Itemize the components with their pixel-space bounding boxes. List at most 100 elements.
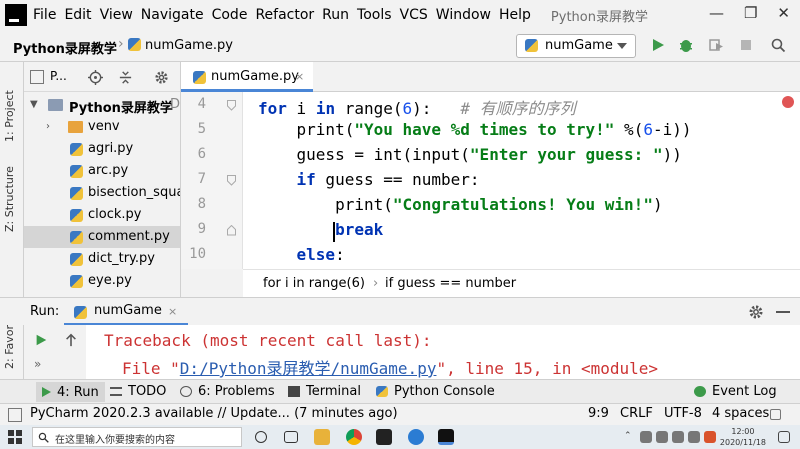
python-file-icon bbox=[70, 253, 83, 266]
tray-app-icon[interactable] bbox=[672, 431, 684, 443]
tree-item-file[interactable]: clock.py bbox=[24, 204, 180, 226]
run-panel-header: Run: numGame × bbox=[0, 297, 800, 326]
app-icon[interactable] bbox=[376, 429, 392, 445]
run-icon[interactable] bbox=[650, 37, 666, 53]
tree-item-file[interactable]: dict_try.py bbox=[24, 248, 180, 270]
indent-setting[interactable]: 4 spaces bbox=[712, 406, 769, 421]
collapse-all-icon[interactable] bbox=[118, 70, 133, 85]
tool-event-log-label: Event Log bbox=[712, 384, 777, 399]
tool-todo-label: TODO bbox=[128, 384, 167, 399]
menu-view[interactable]: View bbox=[100, 7, 133, 23]
menu-window[interactable]: Window bbox=[436, 7, 491, 23]
tool-event-log[interactable]: Event Log bbox=[694, 384, 777, 399]
tree-item-file[interactable]: eye.py bbox=[24, 270, 180, 292]
code-line-7: if guess == number: bbox=[258, 170, 480, 189]
network-icon[interactable] bbox=[688, 431, 700, 443]
taskbar-clock[interactable]: 12:00 2020/11/18 bbox=[720, 426, 766, 448]
breadcrumb-for-loop[interactable]: for i in range(6) bbox=[263, 276, 365, 291]
fold-icon[interactable] bbox=[227, 175, 236, 186]
menu-vcs[interactable]: VCS bbox=[400, 7, 428, 23]
tab-project[interactable]: 1: Project bbox=[3, 90, 16, 142]
lock-icon[interactable] bbox=[770, 409, 781, 420]
menu-refactor[interactable]: Refactor bbox=[255, 7, 314, 23]
breadcrumb-file[interactable]: numGame.py bbox=[145, 38, 233, 53]
fold-icon[interactable] bbox=[227, 100, 236, 111]
gear-icon[interactable] bbox=[748, 304, 764, 320]
menu-file[interactable]: File bbox=[33, 7, 56, 23]
menu-navigate[interactable]: Navigate bbox=[141, 7, 204, 23]
folder-icon bbox=[68, 121, 83, 133]
maximize-icon[interactable]: ❐ bbox=[744, 4, 757, 22]
edge-icon[interactable] bbox=[408, 429, 424, 445]
run-configuration-dropdown[interactable]: numGame bbox=[516, 34, 636, 58]
menu-tools[interactable]: Tools bbox=[357, 7, 392, 23]
locate-file-icon[interactable] bbox=[88, 70, 103, 85]
more-actions-icon[interactable]: » bbox=[34, 357, 41, 371]
tree-item-label: comment.py bbox=[88, 229, 170, 244]
notification-icon[interactable] bbox=[778, 431, 790, 443]
menu-help[interactable]: Help bbox=[499, 7, 531, 23]
run-with-coverage-icon[interactable] bbox=[708, 37, 724, 53]
run-console[interactable]: Traceback (most recent call last): File … bbox=[86, 325, 800, 379]
project-view-icon[interactable] bbox=[30, 70, 44, 84]
menu-code[interactable]: Code bbox=[212, 7, 248, 23]
tab-structure[interactable]: Z: Structure bbox=[3, 166, 16, 232]
tool-todo[interactable]: TODO bbox=[110, 384, 166, 399]
tool-run-label: 4: Run bbox=[57, 384, 99, 400]
cursor-position[interactable]: 9:9 bbox=[588, 406, 609, 421]
error-indicator-icon[interactable] bbox=[782, 96, 794, 108]
file-encoding[interactable]: UTF-8 bbox=[664, 406, 702, 421]
gear-icon[interactable] bbox=[154, 70, 169, 85]
tool-run[interactable]: 4: Run bbox=[36, 382, 105, 402]
project-view-label[interactable]: P... bbox=[50, 69, 67, 83]
tree-item-file[interactable]: bisection_squar bbox=[24, 182, 180, 204]
stop-icon[interactable] bbox=[738, 37, 754, 53]
tree-root-project[interactable]: ▼ Python录屏教学 D bbox=[24, 94, 180, 116]
tool-problems[interactable]: 6: Problems bbox=[180, 384, 275, 399]
python-icon bbox=[74, 306, 87, 319]
close-tab-icon[interactable]: × bbox=[295, 70, 304, 83]
breadcrumb-if-block[interactable]: if guess == number bbox=[385, 276, 516, 291]
pycharm-taskbar-icon[interactable] bbox=[438, 429, 454, 445]
tree-item-label: venv bbox=[88, 119, 120, 134]
clock-time: 12:00 bbox=[731, 427, 755, 436]
debug-icon[interactable] bbox=[678, 37, 694, 53]
status-message[interactable]: PyCharm 2020.2.3 available // Update... … bbox=[30, 406, 398, 421]
arrow-up-icon[interactable] bbox=[64, 333, 78, 347]
menu-edit[interactable]: Edit bbox=[64, 7, 91, 23]
console-file-link[interactable]: D:/Python录屏教学/numGame.py bbox=[180, 359, 437, 378]
rerun-icon[interactable] bbox=[34, 333, 48, 347]
file-explorer-icon[interactable] bbox=[314, 429, 330, 445]
taskbar-search-box[interactable]: 在这里输入你要搜索的内容 bbox=[32, 427, 242, 447]
code-editor[interactable]: for i in range(6): # 有顺序的序列 print("You h… bbox=[243, 92, 800, 269]
ime-icon[interactable] bbox=[704, 431, 716, 443]
tree-item-file[interactable]: arc.py bbox=[24, 160, 180, 182]
menu-run[interactable]: Run bbox=[322, 7, 349, 23]
tree-item-file-selected[interactable]: comment.py bbox=[24, 226, 180, 248]
search-everywhere-icon[interactable] bbox=[770, 37, 786, 53]
search-icon bbox=[38, 432, 49, 443]
fold-end-icon[interactable] bbox=[227, 225, 236, 236]
chrome-icon[interactable] bbox=[346, 429, 362, 445]
tree-item-file[interactable]: agri.py bbox=[24, 138, 180, 160]
breadcrumb-project[interactable]: Python录屏教学 bbox=[13, 38, 117, 57]
close-tab-icon[interactable]: × bbox=[168, 305, 177, 318]
windows-start-icon[interactable] bbox=[8, 430, 22, 444]
run-tab-numgame[interactable]: numGame × bbox=[64, 298, 188, 326]
hide-panel-icon[interactable] bbox=[776, 311, 790, 314]
cortana-icon[interactable] bbox=[255, 431, 267, 443]
tray-app-icon[interactable] bbox=[640, 431, 652, 443]
tree-item-venv[interactable]: › venv bbox=[24, 116, 180, 138]
tab-numgame[interactable]: numGame.py × bbox=[181, 62, 313, 92]
task-view-icon[interactable] bbox=[284, 431, 298, 443]
close-icon[interactable]: ✕ bbox=[777, 4, 790, 22]
tool-terminal[interactable]: Terminal bbox=[288, 384, 361, 399]
minimize-icon[interactable]: — bbox=[709, 4, 724, 22]
line-separator[interactable]: CRLF bbox=[620, 406, 653, 421]
tool-python-console[interactable]: Python Console bbox=[376, 384, 495, 399]
code-line-9: break bbox=[258, 220, 384, 239]
code-line-10: else: bbox=[258, 245, 345, 264]
tray-app-icon[interactable] bbox=[656, 431, 668, 443]
tray-chevron-up-icon[interactable]: ⌃ bbox=[624, 431, 632, 441]
status-toggle-icon[interactable] bbox=[8, 408, 22, 422]
